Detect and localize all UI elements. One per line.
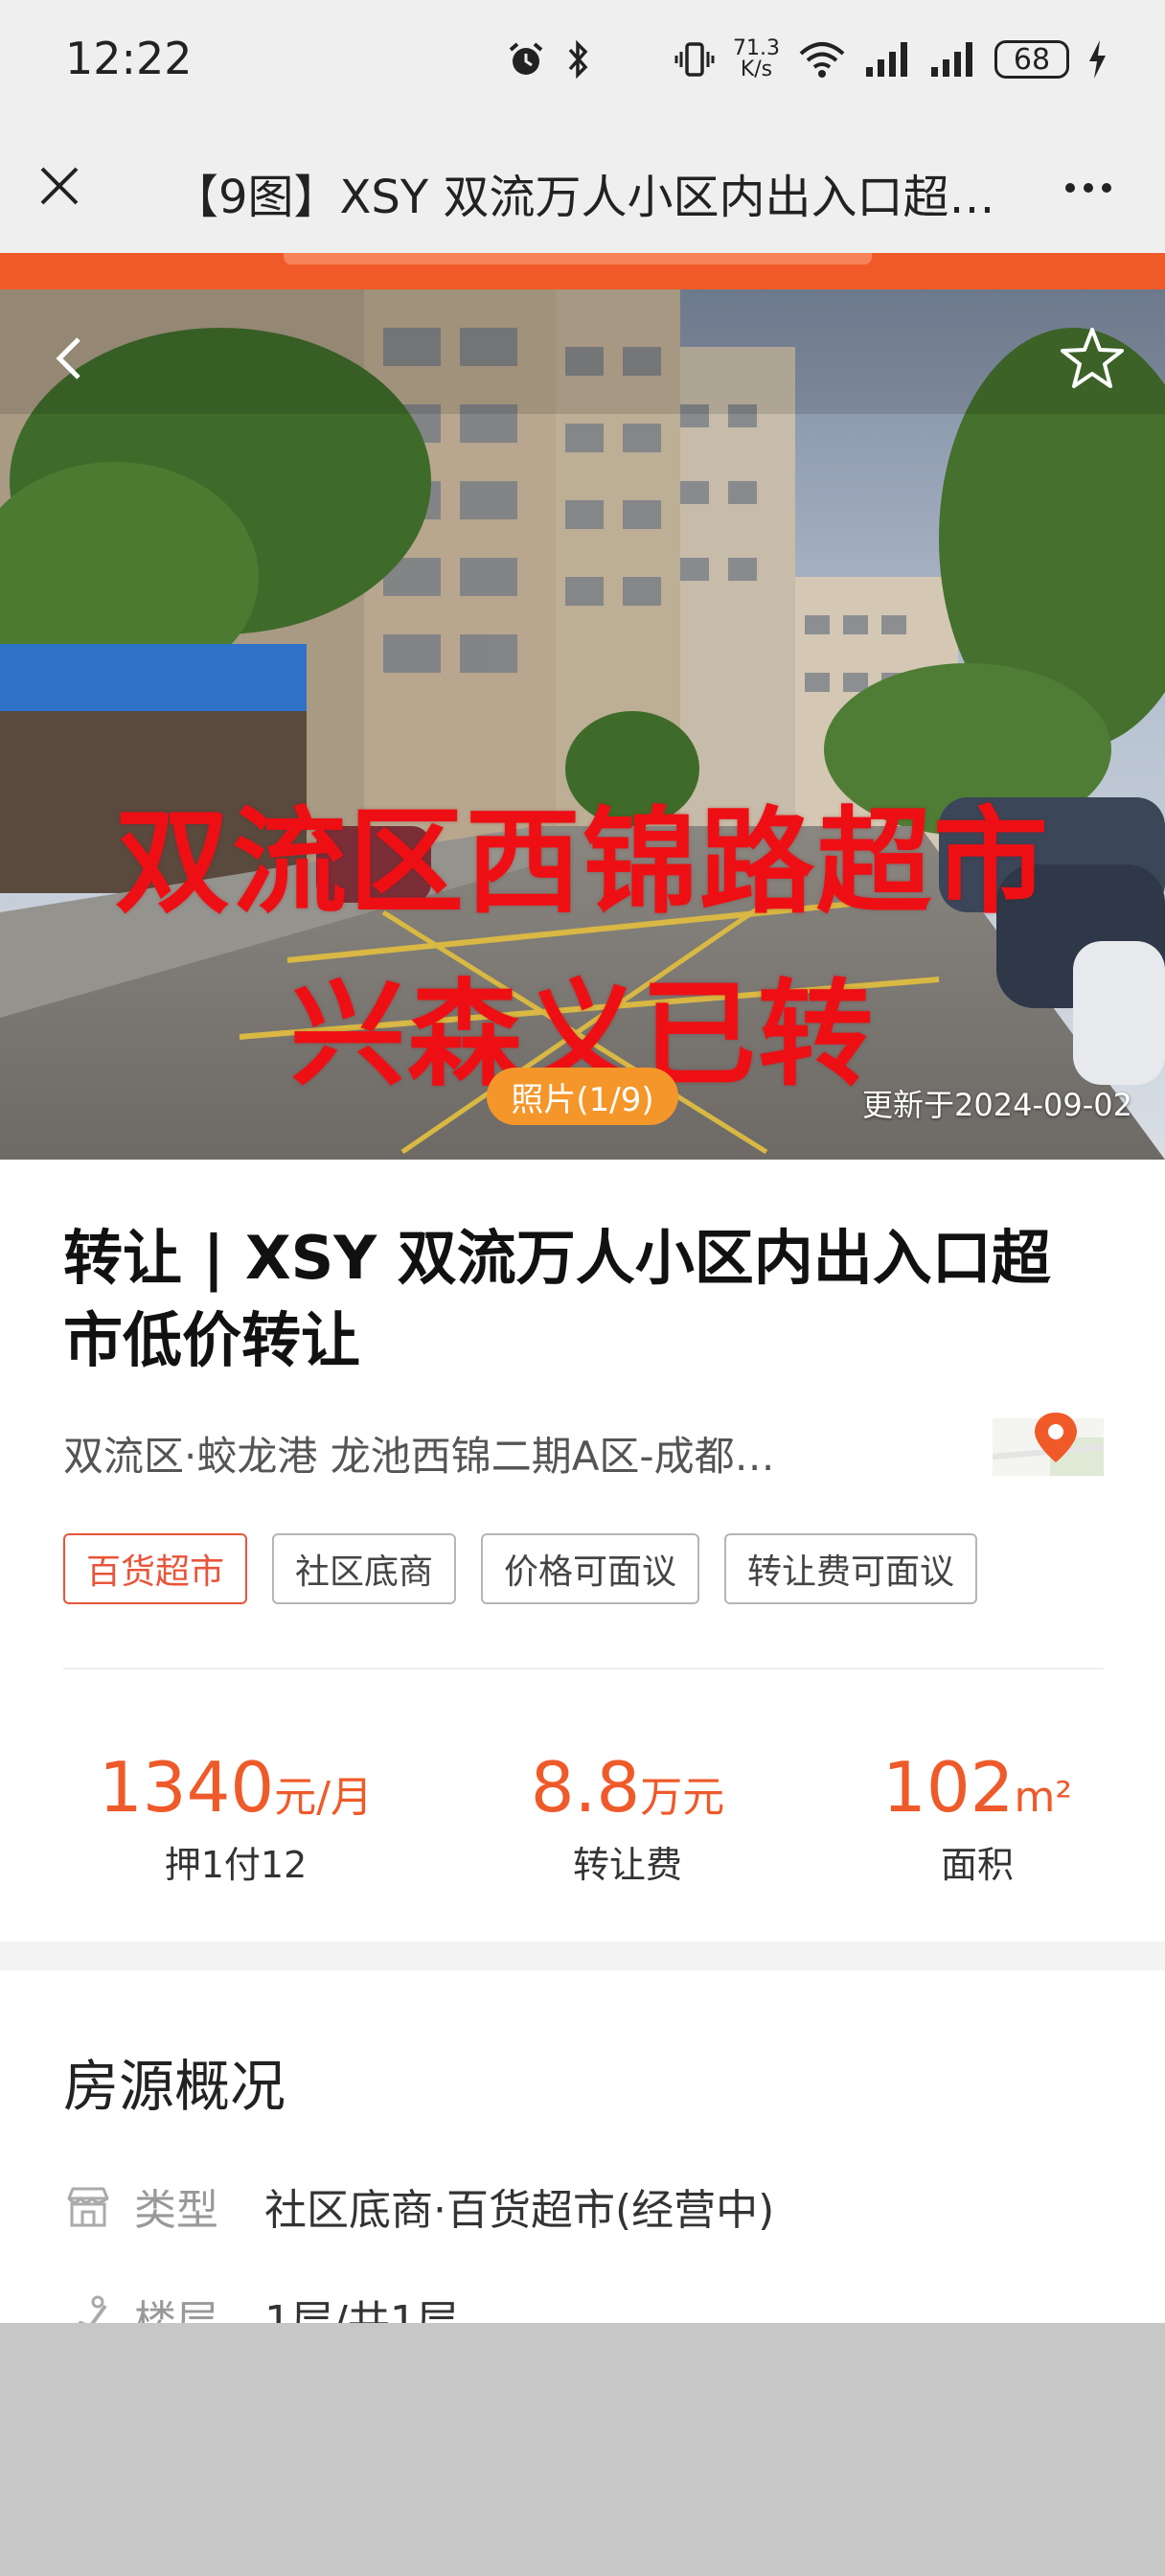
stat-area: 102m² 面积 xyxy=(843,1744,1111,1889)
wifi-icon xyxy=(799,42,845,78)
status-icons: 71.3 K/s 68 xyxy=(505,29,1108,90)
stat-number: 8.8 xyxy=(530,1747,641,1828)
section-title-overview: 房源概况 xyxy=(63,2054,286,2119)
photo-count-badge[interactable]: 照片(1/9) xyxy=(487,1068,678,1125)
close-icon xyxy=(40,167,79,205)
battery-icon: 68 xyxy=(994,40,1069,79)
tag-item: 百货超市 xyxy=(63,1533,248,1604)
alarm-icon xyxy=(509,42,543,75)
stat-rent: 1340元/月 押1付12 xyxy=(67,1744,404,1889)
back-icon[interactable] xyxy=(42,330,100,387)
vibrate-icon xyxy=(674,42,715,77)
status-bar: 12:22 71.3 K/s 68 xyxy=(0,0,1165,119)
close-button[interactable] xyxy=(29,155,90,217)
tag-item: 转让费可面议 xyxy=(724,1533,978,1604)
net-speed: 71.3 K/s xyxy=(733,38,780,80)
strip-highlight xyxy=(284,253,872,264)
info-key: 类型 xyxy=(134,2186,218,2235)
photo-gallery[interactable]: 双流区西锦路超市 兴森义已转 照片(1/9) 更新于2024-09-02 xyxy=(0,289,1165,1160)
stat-label: 押1付12 xyxy=(164,1844,308,1886)
stat-value: 1340元/月 xyxy=(67,1744,404,1841)
listing-title: 转让 | XSY 双流万人小区内出入口超市低价转让 xyxy=(63,1223,1051,1375)
stat-transfer-fee: 8.8万元 转让费 xyxy=(460,1744,795,1889)
key-stats: 1340元/月 押1付12 8.8万元 转让费 102m² 面积 xyxy=(0,1744,1165,1888)
bottom-overlay xyxy=(0,2323,1165,2576)
photo-caption-line1: 双流区西锦路超市 xyxy=(115,796,1050,930)
stat-number: 1340 xyxy=(98,1747,275,1828)
listing-address[interactable]: 双流区·蛟龙港 龙池西锦二期A区-成都… xyxy=(63,1424,906,1483)
tag-item: 社区底商 xyxy=(272,1533,457,1604)
section-gap xyxy=(0,1942,1165,1970)
more-icon xyxy=(1084,183,1093,193)
net-speed-value: 71.3 xyxy=(733,36,780,60)
signal-icon xyxy=(931,42,972,77)
title-bar: 【9图】XSY 双流万人小区内出入口超市低价转让 xyxy=(0,119,1165,253)
stat-label: 转让费 xyxy=(572,1844,682,1886)
more-button[interactable] xyxy=(1050,165,1127,211)
header-accent-strip xyxy=(0,253,1165,289)
update-date: 更新于2024-09-02 xyxy=(862,1087,1132,1123)
more-icon xyxy=(1065,183,1075,193)
bluetooth-icon xyxy=(568,39,588,80)
battery-level: 68 xyxy=(1013,42,1051,77)
tag-list: 百货超市 社区底商 价格可面议 转让费可面议 xyxy=(63,1533,978,1604)
info-value: 社区底商·百货超市(经营中) xyxy=(264,2186,775,2235)
net-speed-unit: K/s xyxy=(740,58,773,81)
signal-icon xyxy=(866,42,907,77)
info-row-type: 类型 社区底商·百货超市(经营中) xyxy=(63,2175,774,2237)
stat-value: 8.8万元 xyxy=(460,1744,795,1841)
charging-icon xyxy=(1089,40,1106,79)
tag-item: 价格可面议 xyxy=(481,1533,700,1604)
divider xyxy=(63,1668,1104,1669)
stat-unit: 元/月 xyxy=(274,1773,374,1822)
stat-number: 102 xyxy=(882,1747,1015,1828)
map-pin-icon[interactable] xyxy=(993,1409,1104,1482)
more-icon xyxy=(1102,183,1111,193)
stat-unit: m² xyxy=(1014,1773,1072,1822)
page-title: 【9图】XSY 双流万人小区内出入口超市低价转让 xyxy=(172,171,996,224)
shop-icon xyxy=(67,2187,109,2227)
stat-value: 102m² xyxy=(843,1744,1111,1841)
favorite-star-icon[interactable] xyxy=(1058,324,1127,393)
stat-unit: 万元 xyxy=(640,1773,725,1822)
stat-label: 面积 xyxy=(940,1844,1014,1886)
status-time: 12:22 xyxy=(65,33,193,84)
